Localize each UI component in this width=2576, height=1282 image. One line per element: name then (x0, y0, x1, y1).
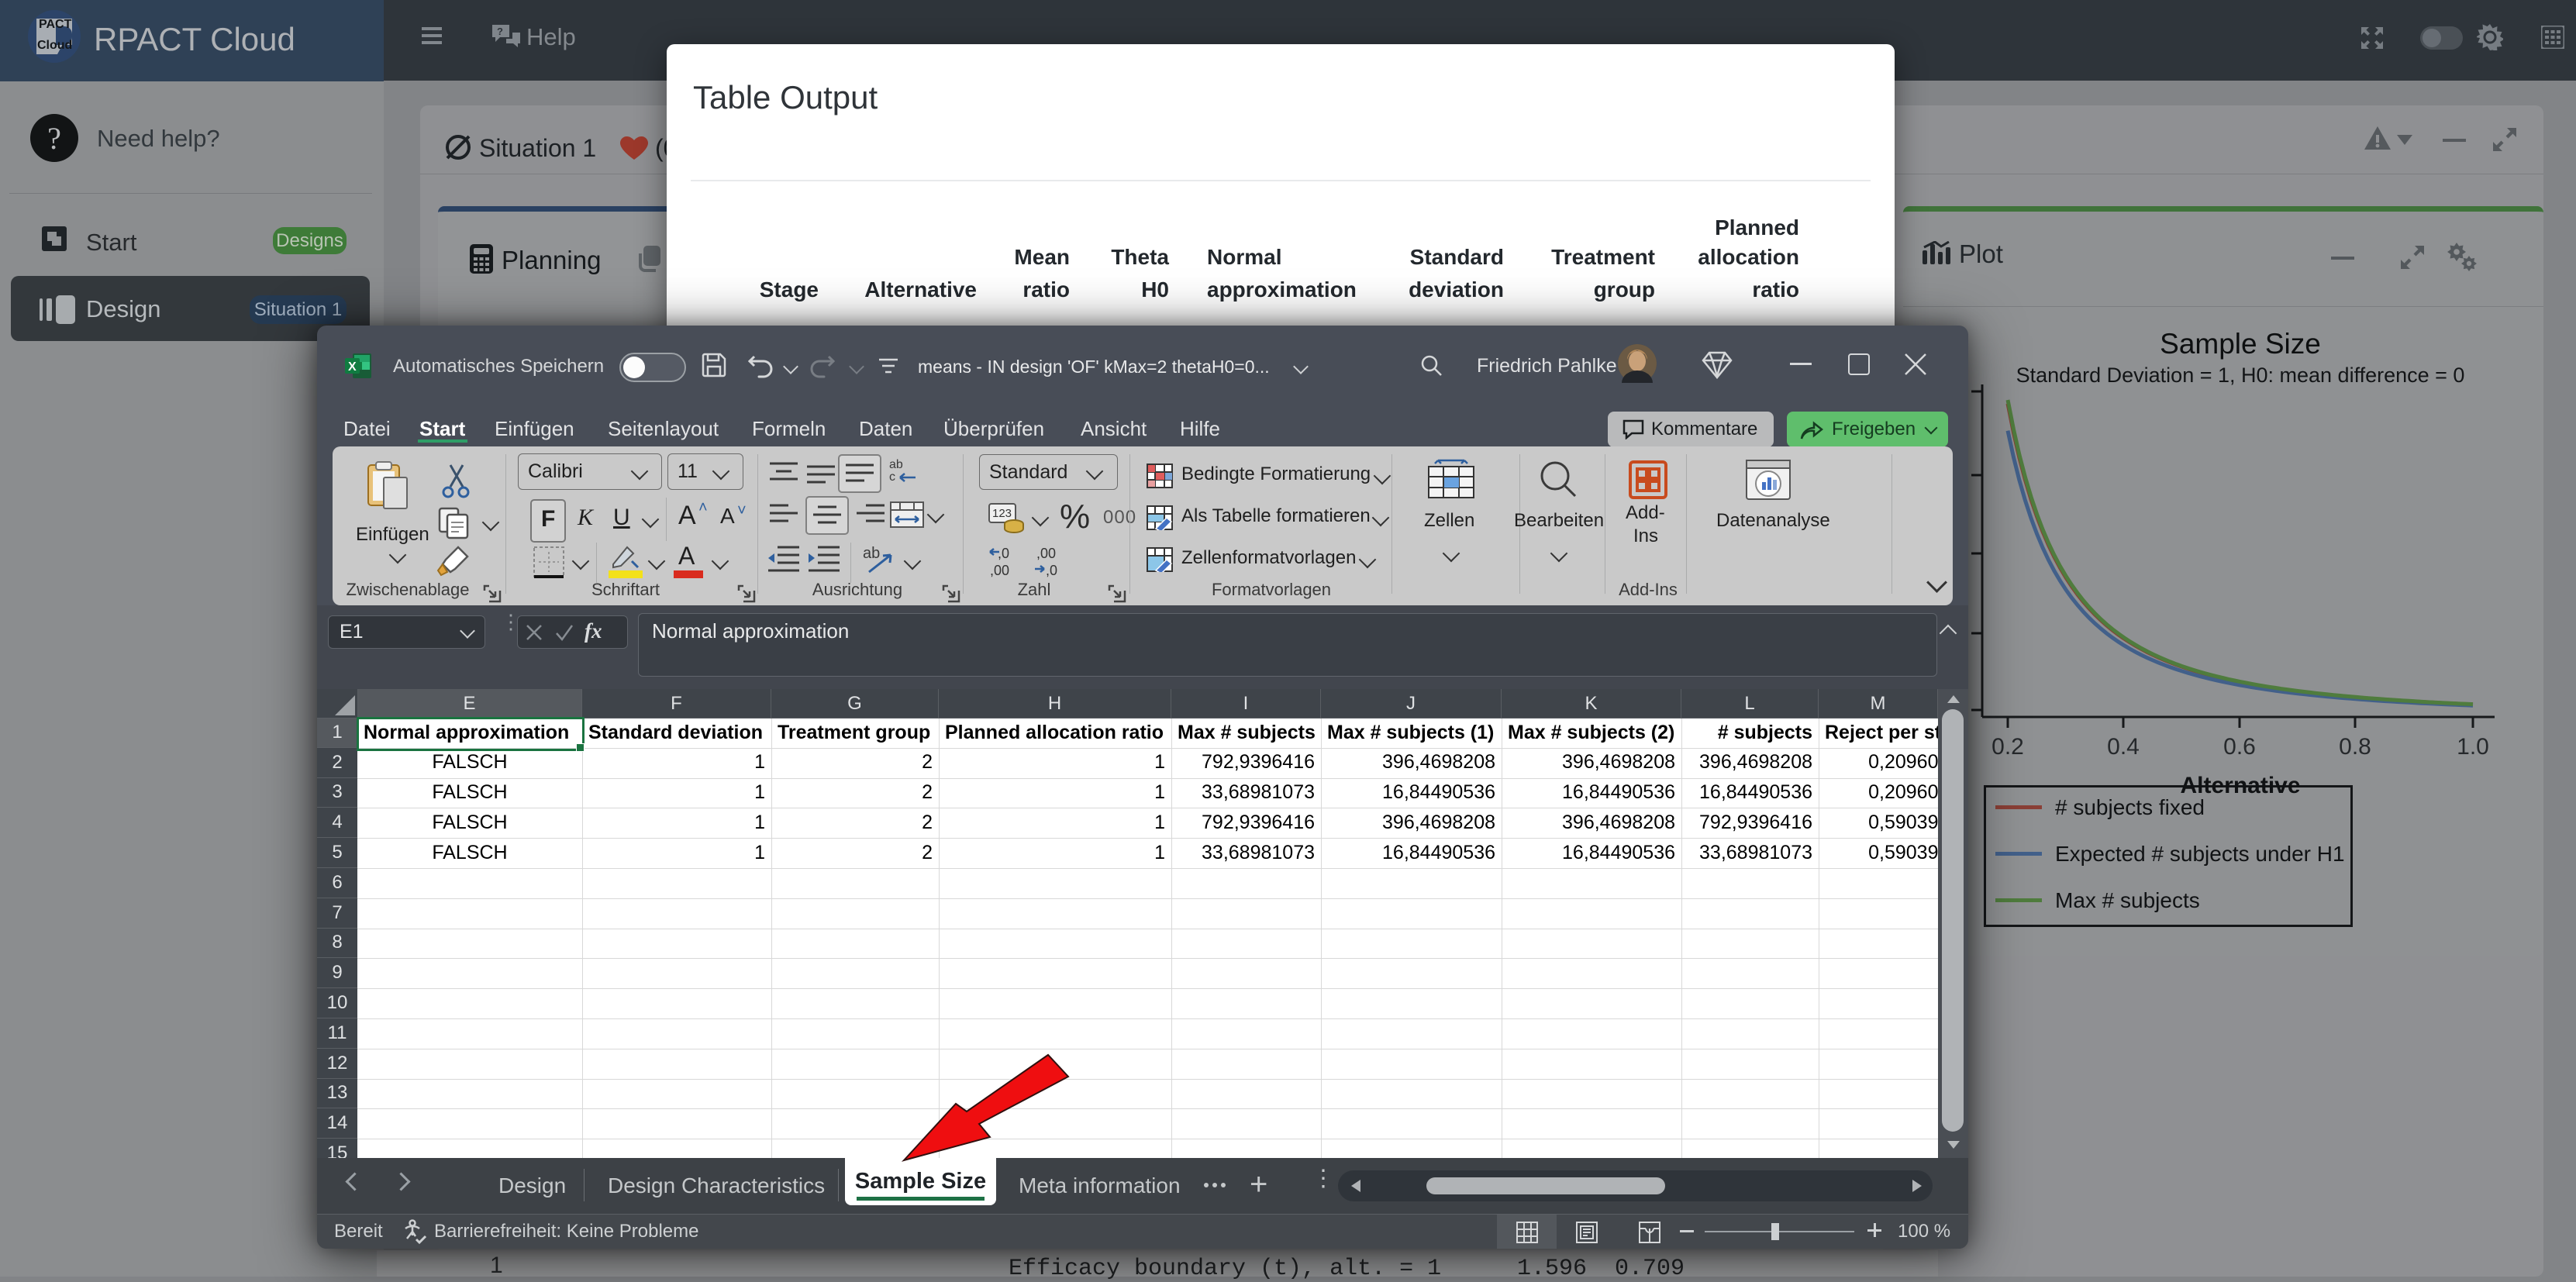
svg-text:123: 123 (992, 507, 1012, 520)
svg-text:c: c (889, 470, 895, 484)
svg-text:,0: ,0 (1046, 563, 1057, 578)
svg-text:A: A (678, 543, 695, 570)
svg-text:,00: ,00 (1036, 546, 1056, 561)
svg-text:,0: ,0 (998, 546, 1009, 561)
svg-text:ab: ab (889, 458, 903, 471)
svg-text:?: ? (497, 26, 503, 37)
svg-text:ab: ab (863, 545, 880, 562)
svg-text:X: X (348, 360, 357, 374)
svg-text:,00: ,00 (990, 563, 1009, 578)
